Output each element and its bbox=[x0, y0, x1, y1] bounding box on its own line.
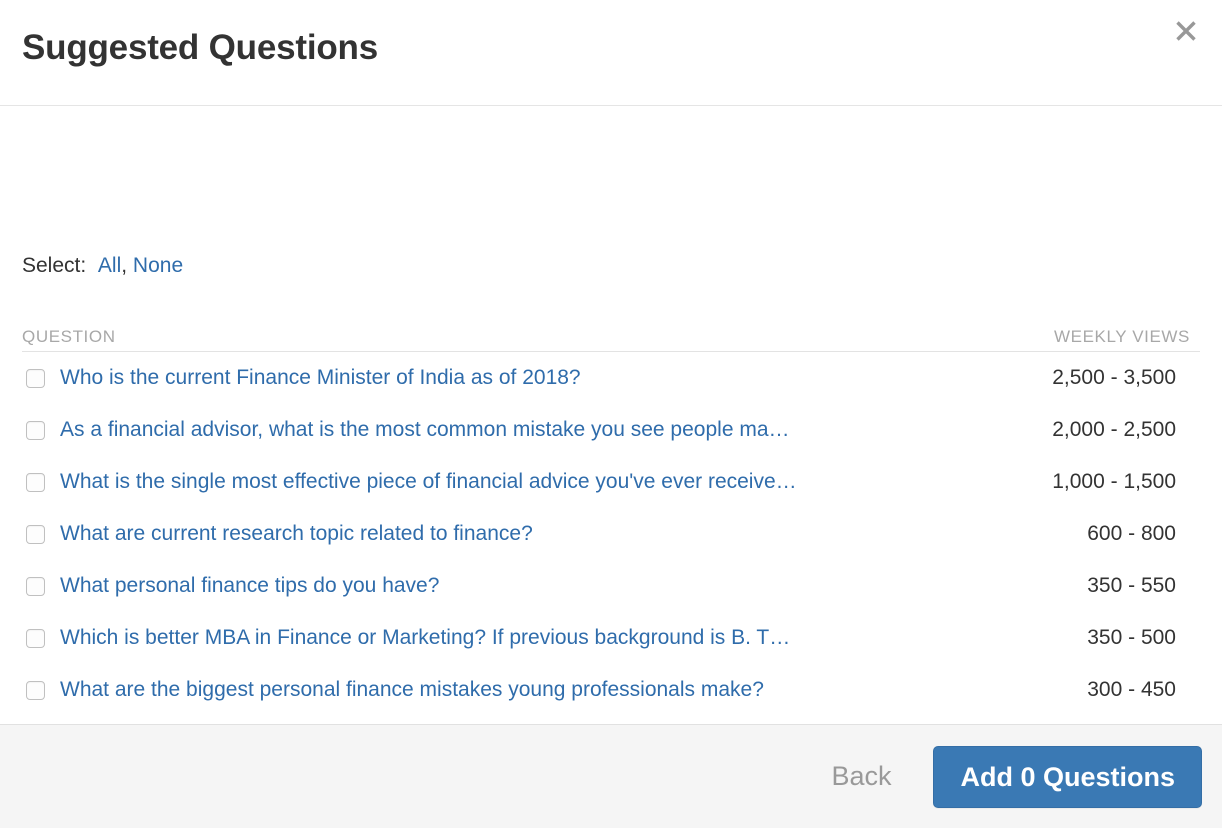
table-row[interactable]: What are current research topic related … bbox=[22, 508, 1200, 560]
select-separator: , bbox=[121, 254, 128, 277]
questions-table: QUESTION WEEKLY VIEWS Who is the current… bbox=[22, 318, 1200, 724]
table-row[interactable]: Which is better MBA in Finance or Market… bbox=[22, 612, 1200, 664]
modal-header: Suggested Questions bbox=[0, 0, 1222, 106]
column-header-question: QUESTION bbox=[22, 327, 116, 346]
column-header-weekly-views: WEEKLY VIEWS bbox=[1054, 327, 1190, 346]
close-button[interactable] bbox=[1169, 14, 1203, 48]
weekly-views-cell: 350 - 550 bbox=[1087, 574, 1176, 597]
question-cell: Which is better MBA in Finance or Market… bbox=[22, 624, 1063, 652]
question-cell: What personal finance tips do you have? bbox=[22, 572, 1063, 600]
weekly-views-cell: 2,500 - 3,500 bbox=[1052, 366, 1176, 389]
question-cell: What are the biggest personal finance mi… bbox=[22, 676, 1063, 704]
close-icon bbox=[1172, 17, 1200, 45]
weekly-views-cell: 300 - 450 bbox=[1087, 678, 1176, 701]
table-row[interactable]: What is the single most effective piece … bbox=[22, 456, 1200, 508]
questions-list: Who is the current Finance Minister of I… bbox=[22, 352, 1200, 724]
back-button[interactable]: Back bbox=[811, 751, 911, 802]
question-link[interactable]: What is the single most effective piece … bbox=[60, 468, 797, 496]
table-row[interactable]: What personal finance tips do you have? 3… bbox=[22, 560, 1200, 612]
question-link[interactable]: What are current research topic related … bbox=[60, 520, 533, 548]
question-checkbox[interactable] bbox=[26, 680, 45, 700]
table-row[interactable]: What are the best finance courses?250 - … bbox=[22, 716, 1200, 724]
question-link[interactable]: Who is the current Finance Minister of I… bbox=[60, 364, 581, 392]
question-checkbox[interactable] bbox=[26, 472, 45, 492]
question-checkbox[interactable] bbox=[26, 576, 45, 596]
weekly-views-cell: 600 - 800 bbox=[1087, 522, 1176, 545]
question-cell: As a financial advisor, what is the most… bbox=[22, 416, 1028, 444]
question-link[interactable]: What are the biggest personal finance mi… bbox=[60, 676, 764, 704]
question-link[interactable]: As a financial advisor, what is the most… bbox=[60, 416, 790, 444]
add-questions-button[interactable]: Add 0 Questions bbox=[933, 745, 1202, 808]
suggested-questions-modal: Suggested Questions Select: All, None QU… bbox=[0, 0, 1222, 828]
table-row[interactable]: What are the biggest personal finance mi… bbox=[22, 664, 1200, 716]
page-title: Suggested Questions bbox=[22, 28, 378, 67]
modal-body: Select: All, None QUESTION WEEKLY VIEWS … bbox=[0, 106, 1222, 724]
question-link[interactable]: What personal finance tips do you have? bbox=[60, 572, 439, 600]
question-cell: Who is the current Finance Minister of I… bbox=[22, 364, 1028, 392]
question-checkbox[interactable] bbox=[26, 420, 45, 440]
table-row[interactable]: Who is the current Finance Minister of I… bbox=[22, 352, 1200, 404]
table-header-row: QUESTION WEEKLY VIEWS bbox=[22, 318, 1200, 352]
table-row[interactable]: As a financial advisor, what is the most… bbox=[22, 404, 1200, 456]
weekly-views-cell: 2,000 - 2,500 bbox=[1052, 418, 1176, 441]
question-checkbox[interactable] bbox=[26, 524, 45, 544]
questions-scroll-area[interactable]: Who is the current Finance Minister of I… bbox=[22, 352, 1200, 724]
question-link[interactable]: Which is better MBA in Finance or Market… bbox=[60, 624, 790, 652]
select-label: Select: bbox=[22, 254, 87, 277]
question-cell: What are current research topic related … bbox=[22, 520, 1063, 548]
weekly-views-cell: 1,000 - 1,500 bbox=[1052, 470, 1176, 493]
select-controls: Select: All, None bbox=[22, 252, 183, 280]
select-all-link[interactable]: All bbox=[98, 254, 121, 277]
question-cell: What is the single most effective piece … bbox=[22, 468, 1028, 496]
question-checkbox[interactable] bbox=[26, 628, 45, 648]
select-none-link[interactable]: None bbox=[133, 254, 183, 277]
weekly-views-cell: 350 - 500 bbox=[1087, 626, 1176, 649]
modal-footer: Back Add 0 Questions bbox=[0, 724, 1222, 828]
question-checkbox[interactable] bbox=[26, 368, 45, 388]
